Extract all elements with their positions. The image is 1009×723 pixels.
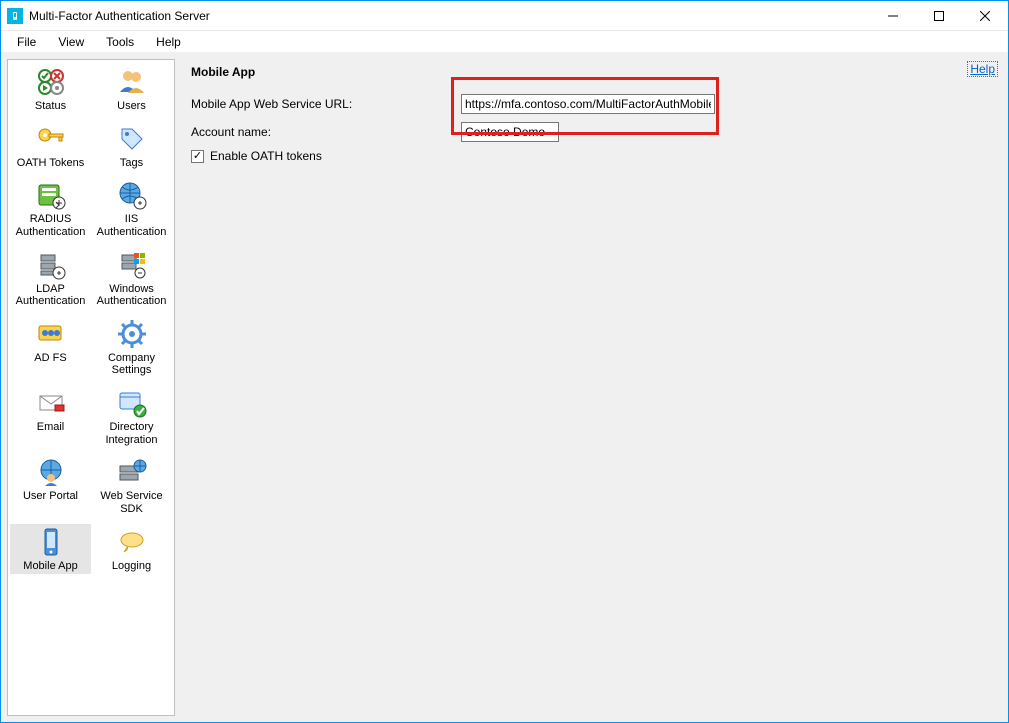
sidebar-item-label: Status xyxy=(35,100,66,113)
menu-file[interactable]: File xyxy=(7,33,46,51)
sidebar-item-label: Tags xyxy=(120,157,143,170)
iis-icon xyxy=(116,179,148,211)
sidebar-item-company-settings[interactable]: Company Settings xyxy=(91,316,172,379)
ldap-icon xyxy=(35,249,67,281)
sidebar-item-directory-integration[interactable]: Directory Integration xyxy=(91,385,172,448)
minimize-icon xyxy=(888,11,898,21)
app-window: Multi-Factor Authentication Server File … xyxy=(0,0,1009,723)
minimize-button[interactable] xyxy=(870,1,916,31)
sidebar-item-label: OATH Tokens xyxy=(17,157,84,170)
sidebar-item-tags[interactable]: Tags xyxy=(91,121,172,172)
sidebar-item-label: RADIUS Authentication xyxy=(11,213,91,238)
gear-icon xyxy=(116,318,148,350)
url-label: Mobile App Web Service URL: xyxy=(191,97,461,111)
page-title: Mobile App xyxy=(191,65,994,79)
users-icon xyxy=(116,66,148,98)
sidebar-item-label: Directory Integration xyxy=(92,421,172,446)
sidebar-item-label: IIS Authentication xyxy=(92,213,172,238)
sidebar-item-logging[interactable]: Logging xyxy=(91,524,172,575)
body: Status Users OATH Tokens xyxy=(1,53,1008,722)
sidebar-item-label: Windows Authentication xyxy=(92,283,172,308)
adfs-icon xyxy=(35,318,67,350)
email-icon xyxy=(35,387,67,419)
directory-icon xyxy=(116,387,148,419)
close-button[interactable] xyxy=(962,1,1008,31)
sidebar-item-label: Company Settings xyxy=(92,352,172,377)
sidebar: Status Users OATH Tokens xyxy=(7,59,175,716)
enable-oath-checkbox[interactable] xyxy=(191,150,204,163)
maximize-button[interactable] xyxy=(916,1,962,31)
radius-icon xyxy=(35,179,67,211)
sidebar-item-status[interactable]: Status xyxy=(10,64,91,115)
sidebar-item-windows-auth[interactable]: Windows Authentication xyxy=(91,247,172,310)
account-name-label: Account name: xyxy=(191,125,461,139)
help-link[interactable]: Help xyxy=(967,61,998,77)
web-service-url-input[interactable] xyxy=(461,94,715,114)
windows-auth-icon xyxy=(116,249,148,281)
sidebar-item-user-portal[interactable]: User Portal xyxy=(10,454,91,517)
sidebar-item-label: Email xyxy=(37,421,65,434)
enable-oath-label: Enable OATH tokens xyxy=(210,149,322,163)
sidebar-item-adfs[interactable]: AD FS xyxy=(10,316,91,379)
menu-tools[interactable]: Tools xyxy=(96,33,144,51)
sidebar-item-ldap-auth[interactable]: LDAP Authentication xyxy=(10,247,91,310)
sidebar-item-label: Users xyxy=(117,100,146,113)
menu-view[interactable]: View xyxy=(48,33,94,51)
sidebar-item-label: Mobile App xyxy=(23,560,77,573)
sidebar-item-oath-tokens[interactable]: OATH Tokens xyxy=(10,121,91,172)
sidebar-item-label: AD FS xyxy=(34,352,66,365)
user-portal-icon xyxy=(35,456,67,488)
account-name-input[interactable] xyxy=(461,122,559,142)
sidebar-item-label: LDAP Authentication xyxy=(11,283,91,308)
mobile-icon xyxy=(35,526,67,558)
window-title: Multi-Factor Authentication Server xyxy=(29,9,210,23)
status-icon xyxy=(35,66,67,98)
sdk-icon xyxy=(116,456,148,488)
logging-icon xyxy=(116,526,148,558)
key-icon xyxy=(35,123,67,155)
menubar: File View Tools Help xyxy=(1,31,1008,53)
sidebar-item-label: Logging xyxy=(112,560,151,573)
sidebar-item-label: User Portal xyxy=(23,490,78,503)
titlebar: Multi-Factor Authentication Server xyxy=(1,1,1008,31)
sidebar-item-web-service-sdk[interactable]: Web Service SDK xyxy=(91,454,172,517)
app-icon xyxy=(7,8,23,24)
sidebar-item-users[interactable]: Users xyxy=(91,64,172,115)
sidebar-item-email[interactable]: Email xyxy=(10,385,91,448)
sidebar-item-iis-auth[interactable]: IIS Authentication xyxy=(91,177,172,240)
sidebar-item-mobile-app[interactable]: Mobile App xyxy=(10,524,91,575)
sidebar-item-radius-auth[interactable]: RADIUS Authentication xyxy=(10,177,91,240)
sidebar-item-label: Web Service SDK xyxy=(92,490,172,515)
close-icon xyxy=(980,11,990,21)
tags-icon xyxy=(116,123,148,155)
content-panel: Help Mobile App Mobile App Web Service U… xyxy=(183,59,1002,716)
menu-help[interactable]: Help xyxy=(146,33,191,51)
maximize-icon xyxy=(934,11,944,21)
